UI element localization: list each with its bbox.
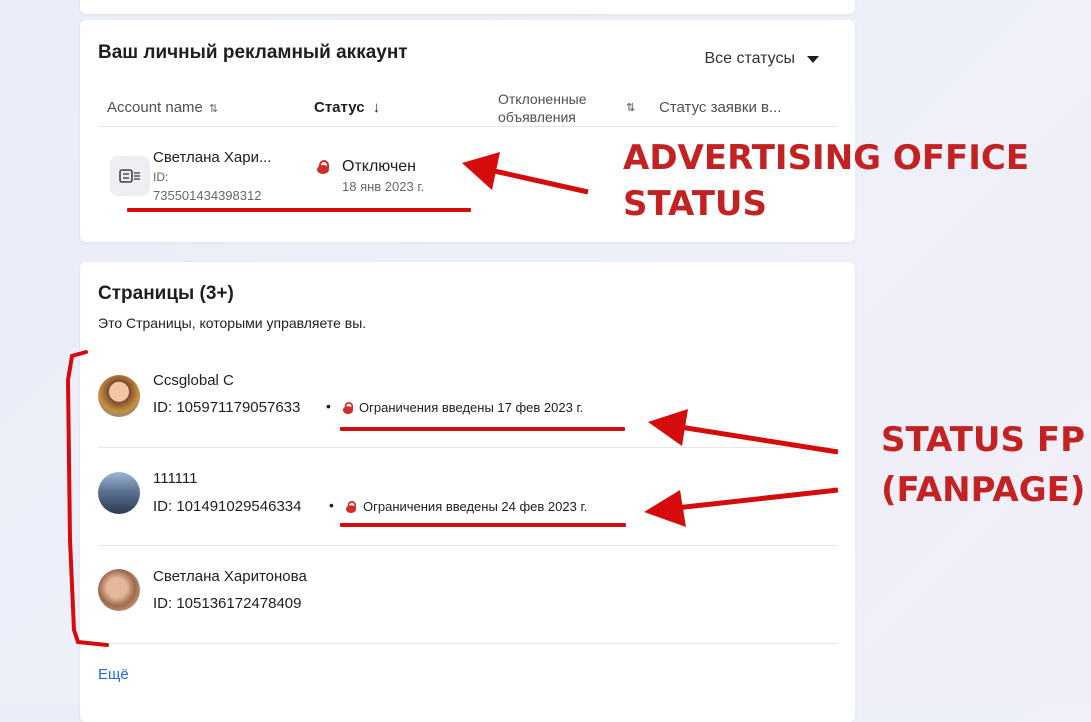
page-avatar[interactable]	[98, 569, 140, 611]
column-account-name-label: Account name	[107, 99, 203, 116]
bullet-separator: •	[329, 497, 334, 513]
column-rejected-ads-line1: Отклоненные	[498, 91, 587, 107]
sort-icon[interactable]: ⇅	[626, 101, 635, 114]
page-restriction-status: Ограничения введены 17 фев 2023 г.	[359, 400, 584, 415]
page-id: ID: 105136172478409	[153, 595, 302, 612]
annotation-underline	[340, 523, 626, 527]
annotation-fp-line1: STATUS FP	[881, 420, 1085, 460]
account-name[interactable]: Светлана Хари...	[153, 149, 271, 166]
pages-card: Страницы (3+) Это Страницы, которыми упр…	[80, 262, 855, 722]
column-request-status[interactable]: Статус заявки в...	[659, 99, 781, 116]
lock-icon	[342, 402, 354, 414]
row-divider	[98, 447, 837, 448]
status-filter-dropdown[interactable]: Все статусы	[704, 50, 819, 68]
sort-desc-icon: ↓	[372, 99, 381, 116]
column-rejected-ads[interactable]: Отклоненные объявления	[498, 90, 587, 126]
page-name[interactable]: 111111	[153, 470, 198, 487]
page-name[interactable]: Светлана Харитонова	[153, 568, 307, 585]
column-account-name[interactable]: Account name ⇅	[107, 99, 218, 116]
page-id: ID: 105971179057633	[153, 399, 301, 416]
annotation-underline	[127, 208, 471, 212]
pages-subtitle: Это Страницы, которыми управляете вы.	[98, 315, 367, 331]
more-link[interactable]: Ещё	[98, 666, 129, 683]
account-id: 735501434398312	[153, 188, 262, 203]
annotation-ad-office-line1: ADVERTISING OFFICE	[623, 138, 1030, 178]
caret-down-icon	[807, 55, 819, 63]
annotation-underline	[340, 427, 625, 431]
ad-account-icon	[110, 156, 150, 196]
row-divider	[98, 545, 837, 546]
annotation-fp-line2: (FANPAGE)	[881, 470, 1086, 510]
account-id-label: ID:	[153, 170, 169, 184]
column-status[interactable]: Статус ↓	[314, 99, 380, 116]
account-status: Отключен	[342, 158, 417, 175]
row-divider	[98, 643, 837, 644]
bullet-separator: •	[326, 398, 331, 414]
pages-title: Страницы (3+)	[98, 283, 234, 304]
status-filter-label: Все статусы	[704, 50, 795, 67]
page-avatar[interactable]	[98, 375, 140, 417]
lock-icon	[345, 501, 357, 513]
header-divider	[98, 126, 837, 127]
sort-icon: ⇅	[208, 103, 219, 115]
annotation-ad-office-line2: STATUS	[623, 184, 768, 224]
page-id: ID: 101491029546334	[153, 498, 302, 515]
account-status-date: 18 янв 2023 г.	[342, 179, 425, 194]
lock-icon	[317, 160, 329, 174]
ad-account-title: Ваш личный рекламный аккаунт	[98, 42, 408, 63]
page-restriction-status: Ограничения введены 24 фев 2023 г.	[363, 499, 588, 514]
column-status-label: Статус	[314, 99, 365, 116]
page-name[interactable]: Ccsglobal C	[153, 372, 234, 389]
previous-card-edge	[80, 0, 855, 14]
column-rejected-ads-line2: объявления	[498, 109, 576, 125]
page-avatar[interactable]	[98, 472, 140, 514]
